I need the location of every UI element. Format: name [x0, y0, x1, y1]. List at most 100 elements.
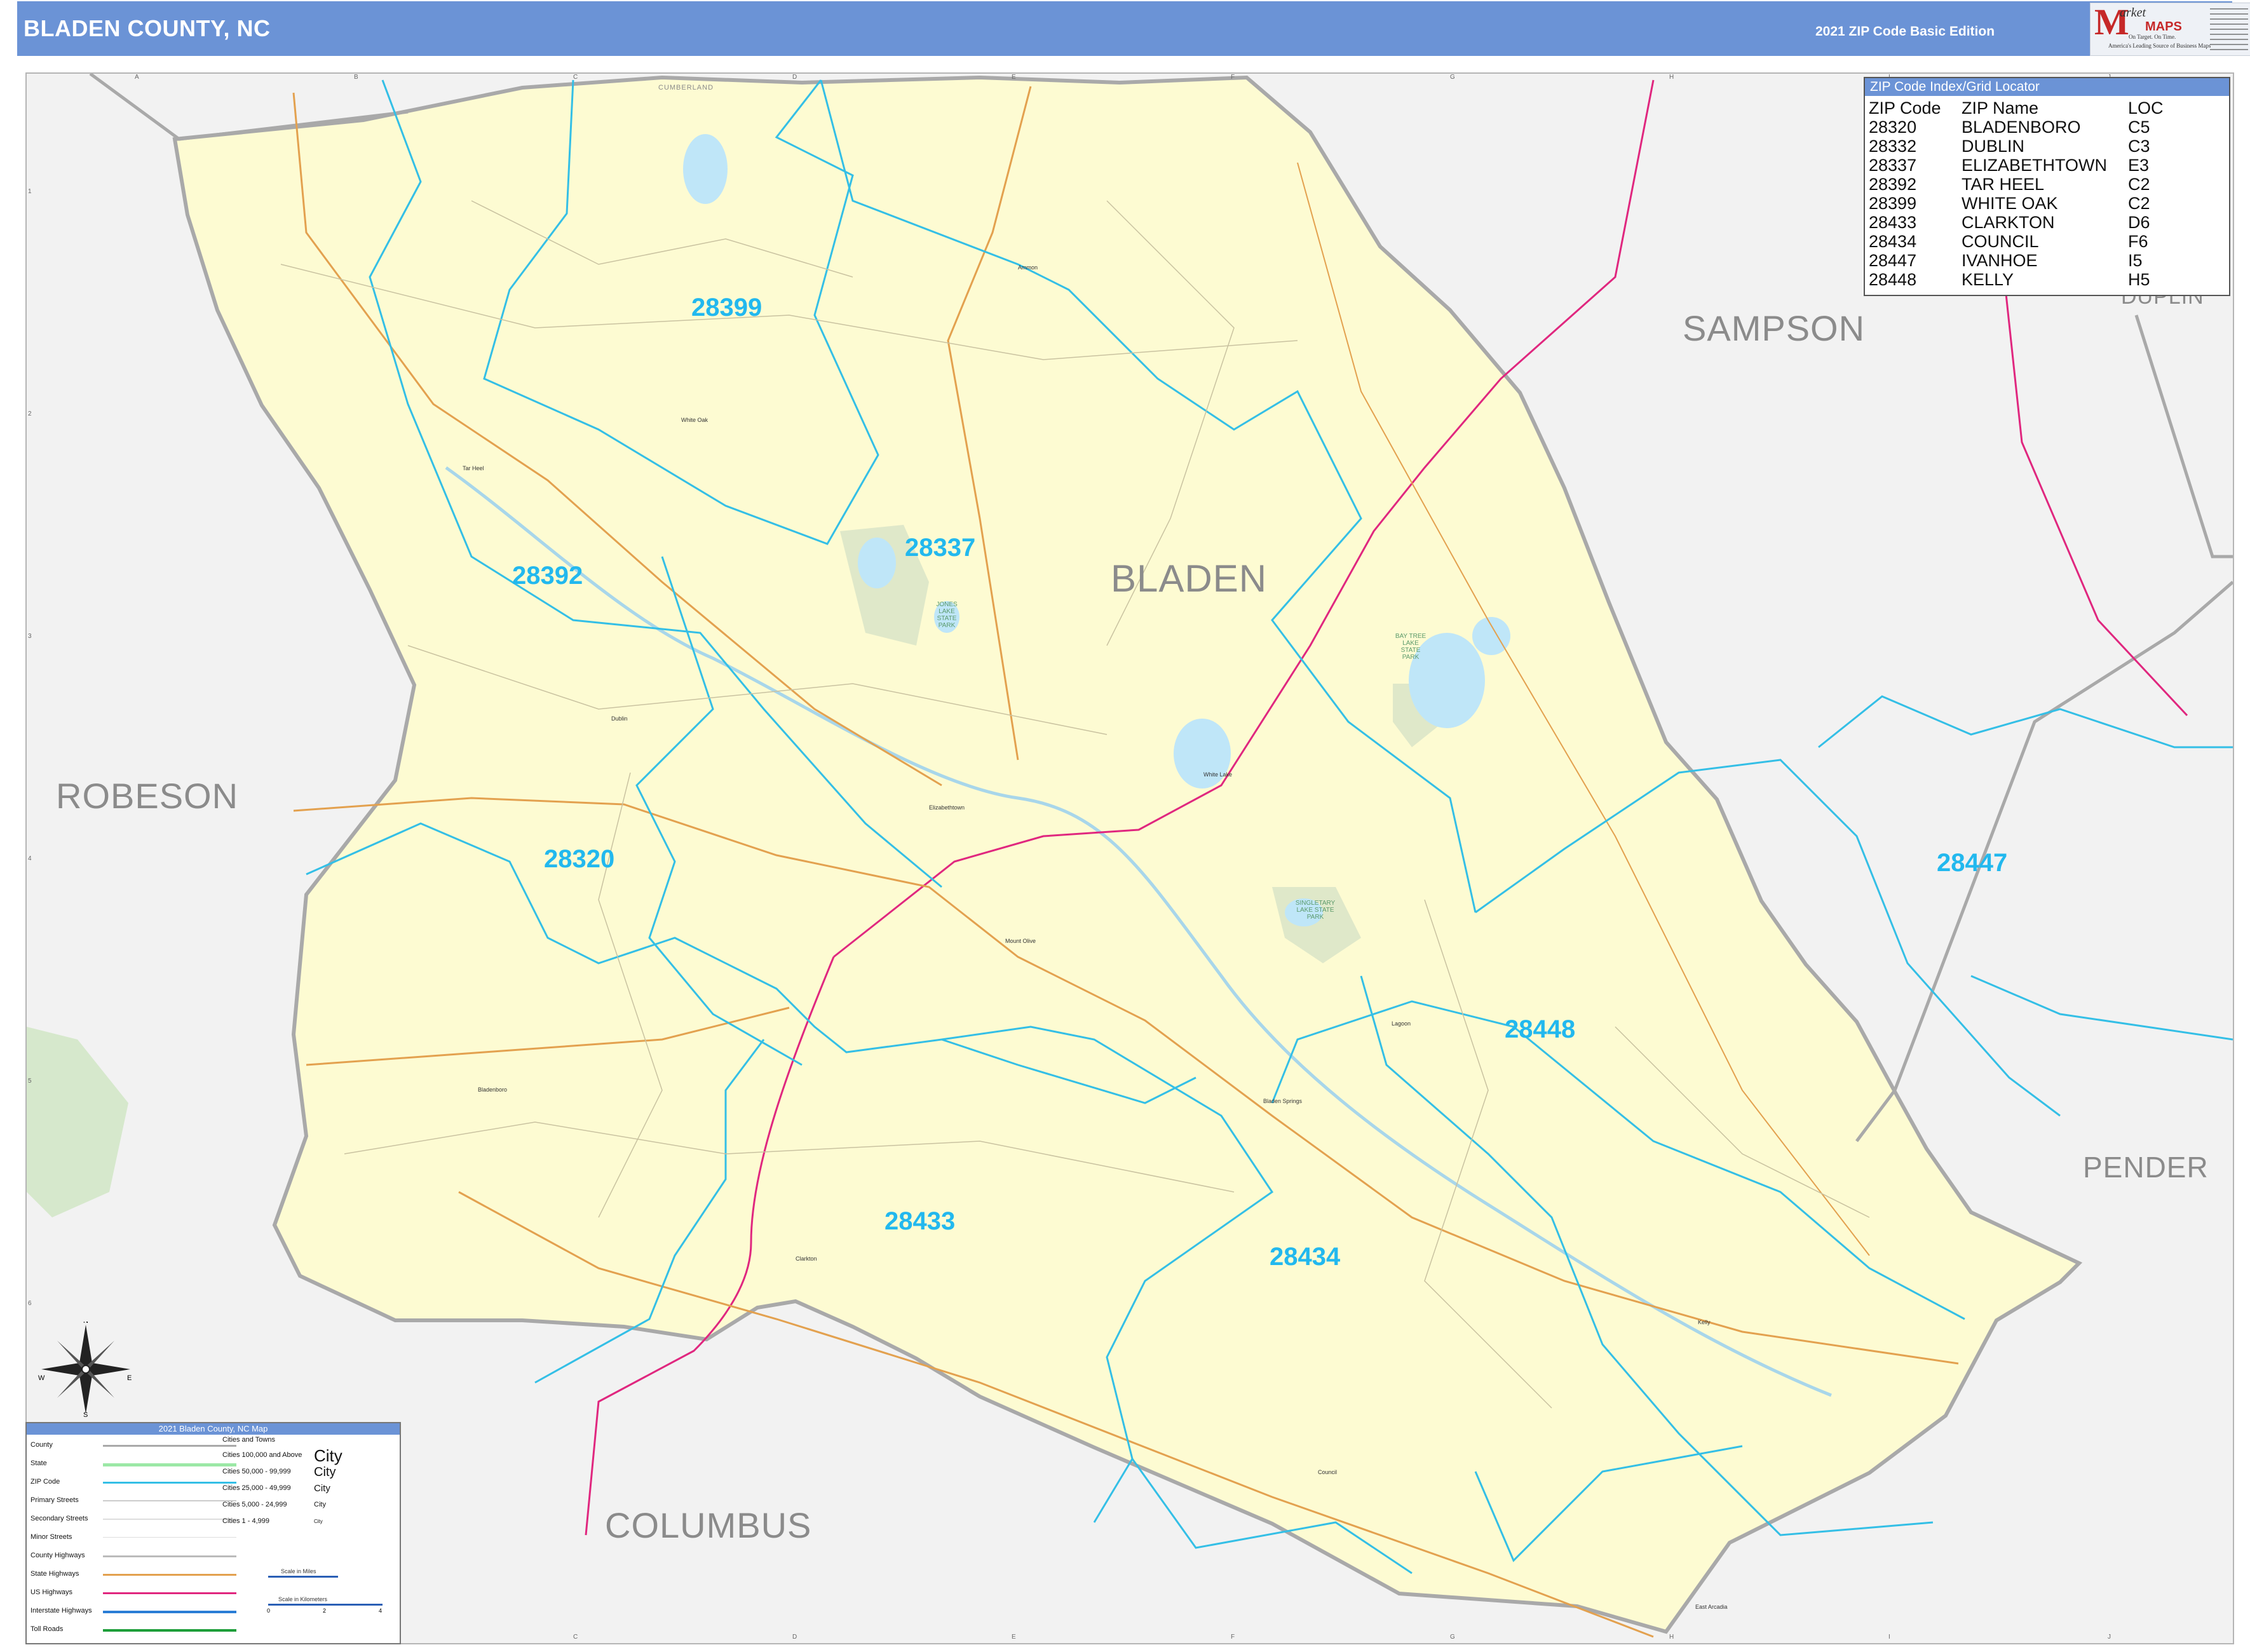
legend-city-sample: City: [314, 1465, 336, 1479]
legend-us-hwy: US Highways: [30, 1588, 73, 1596]
legend-interstate: Interstate Highways: [30, 1607, 92, 1615]
legend-primary: Primary Streets: [30, 1496, 79, 1504]
town-mount-olive: Mount Olive: [1005, 938, 1036, 944]
park-bay-tree: BAY TREE LAKE STATE PARK: [1395, 633, 1427, 661]
logo-contact-block: [2210, 8, 2248, 50]
name-cell: IVANHOE: [1962, 251, 2038, 270]
compass-e: E: [127, 1374, 132, 1382]
zip-label-28399: 28399: [691, 294, 762, 322]
zip-label-28434: 28434: [1270, 1243, 1341, 1271]
zip-cell: 28433: [1869, 213, 1917, 232]
map-header: BLADEN COUNTY, NC 2021 ZIP Code Basic Ed…: [17, 1, 2250, 56]
town-ammon: Ammon: [1018, 264, 1038, 271]
table-row: 28320 BLADENBORO C5: [1869, 118, 2164, 137]
table-row: 28447 IVANHOE I5: [1869, 251, 2164, 270]
legend-primary-line: [103, 1500, 236, 1501]
grid-col-g-bottom: G: [1450, 1634, 1455, 1641]
name-cell: ELIZABETHTOWN: [1962, 156, 2108, 175]
park-jones-lake: JONES LAKE STATE PARK: [936, 601, 958, 629]
legend-title: 2021 Bladen County, NC Map: [27, 1423, 400, 1435]
legend-city-sample: City: [314, 1519, 323, 1524]
town-east-arcadia: East Arcadia: [1695, 1604, 1728, 1610]
grid-col-j-bottom: J: [2108, 1634, 2111, 1641]
grid-col-f-bottom: F: [1231, 1634, 1235, 1641]
legend-city-class: Cities 25,000 - 49,999: [222, 1484, 291, 1492]
name-cell: DUBLIN: [1962, 137, 2025, 156]
table-row: 28332 DUBLIN C3: [1869, 137, 2164, 156]
table-row: 28433 CLARKTON D6: [1869, 213, 2164, 232]
grid-col-g: G: [1450, 74, 1455, 81]
grid-row-1: 1: [28, 188, 32, 195]
zip-index-header-row: ZIP Code ZIP Name LOC: [1869, 98, 2164, 118]
zip-cell: 28337: [1869, 156, 1917, 175]
name-cell: COUNCIL: [1962, 232, 2039, 251]
zip-cell: 28320: [1869, 118, 1917, 137]
grid-col-e: E: [1012, 74, 1016, 81]
zip-label-28320: 28320: [544, 845, 615, 873]
map-title: BLADEN COUNTY, NC: [24, 15, 271, 41]
scale-miles-label: Scale in Miles: [281, 1568, 316, 1574]
legend-interstate-line: [103, 1611, 236, 1613]
town-white-lake: White Lake: [1203, 771, 1233, 778]
table-row: 28434 COUNCIL F6: [1869, 232, 2164, 251]
zip-label-28433: 28433: [884, 1207, 956, 1235]
compass-n: N: [83, 1322, 88, 1325]
table-row: 28392 TAR HEEL C2: [1869, 175, 2164, 194]
town-lagoon: Lagoon: [1392, 1020, 1411, 1027]
grid-col-h-bottom: H: [1669, 1634, 1674, 1641]
county-boundary: [2134, 315, 2233, 559]
town-clarkton: Clarkton: [796, 1256, 817, 1262]
logo-letter: M: [2094, 1, 2129, 43]
grid-row-3: 3: [28, 633, 32, 640]
grid-row-4: 4: [28, 855, 32, 862]
grid-row-2: 2: [28, 410, 32, 417]
legend-toll: Toll Roads: [30, 1625, 64, 1633]
zip-index-title: ZIP Code Index/Grid Locator: [1865, 78, 2229, 96]
zip-label-28447: 28447: [1937, 849, 2008, 877]
compass-w: W: [38, 1374, 45, 1382]
grid-row-6: 6: [28, 1300, 32, 1307]
lake: [683, 134, 728, 204]
map-legend: 2021 Bladen County, NC Map County State …: [25, 1422, 401, 1644]
park-singletary: SINGLETARY LAKE STATE PARK: [1295, 900, 1336, 921]
legend-city-class: Cities 1 - 4,999: [222, 1517, 269, 1525]
name-cell: KELLY: [1962, 270, 2014, 289]
legend-county-hwy: County Highways: [30, 1552, 85, 1559]
loc-cell: H5: [2128, 270, 2150, 289]
legend-county-line: [103, 1445, 236, 1447]
legend-city-class: Cities 5,000 - 24,999: [222, 1501, 287, 1508]
zip-cell: 28447: [1869, 251, 1917, 270]
scale-miles-bar: [268, 1576, 338, 1578]
town-elizabethtown: Elizabethtown: [929, 804, 965, 811]
name-cell: CLARKTON: [1962, 213, 2055, 232]
scale-tick: 4: [379, 1608, 383, 1614]
map-svg: [27, 74, 2233, 1638]
zip-cell: 28392: [1869, 175, 1917, 194]
scale-tick: 2: [323, 1608, 327, 1614]
town-council: Council: [1318, 1469, 1338, 1475]
zip-label-28392: 28392: [512, 562, 583, 590]
grid-row-5: 5: [28, 1078, 32, 1085]
town-white-oak: White Oak: [681, 417, 708, 423]
legend-city-class: Cities 50,000 - 99,999: [222, 1468, 291, 1475]
legend-state-line: [103, 1463, 236, 1466]
zip-label-28337: 28337: [905, 534, 976, 562]
logo-tagline-2: America's Leading Source of Business Map…: [2108, 43, 2211, 49]
logo-word-maps: MAPS: [2145, 20, 2182, 34]
legend-state-hwy-line: [103, 1574, 236, 1576]
table-row: 28399 WHITE OAK C2: [1869, 194, 2164, 213]
zip-cell: 28434: [1869, 232, 1917, 251]
county-label-sampson: SAMPSON: [1683, 308, 1866, 348]
loc-cell: C2: [2128, 194, 2150, 213]
county-label-robeson: ROBESON: [56, 776, 239, 816]
table-row: 28337 ELIZABETHTOWN E3: [1869, 156, 2164, 175]
county-label-pender: PENDER: [2083, 1151, 2209, 1184]
map-canvas[interactable]: A B C D E F G H I J A B C D E F G H I J …: [25, 72, 2234, 1644]
loc-cell: C2: [2128, 175, 2150, 194]
town-bladenboro: Bladenboro: [478, 1087, 508, 1093]
legend-county: County: [30, 1441, 53, 1449]
legend-zip: ZIP Code: [30, 1478, 60, 1486]
grid-col-d-bottom: D: [792, 1634, 797, 1641]
legend-minor-line: [103, 1537, 236, 1538]
name-cell: TAR HEEL: [1962, 175, 2045, 194]
